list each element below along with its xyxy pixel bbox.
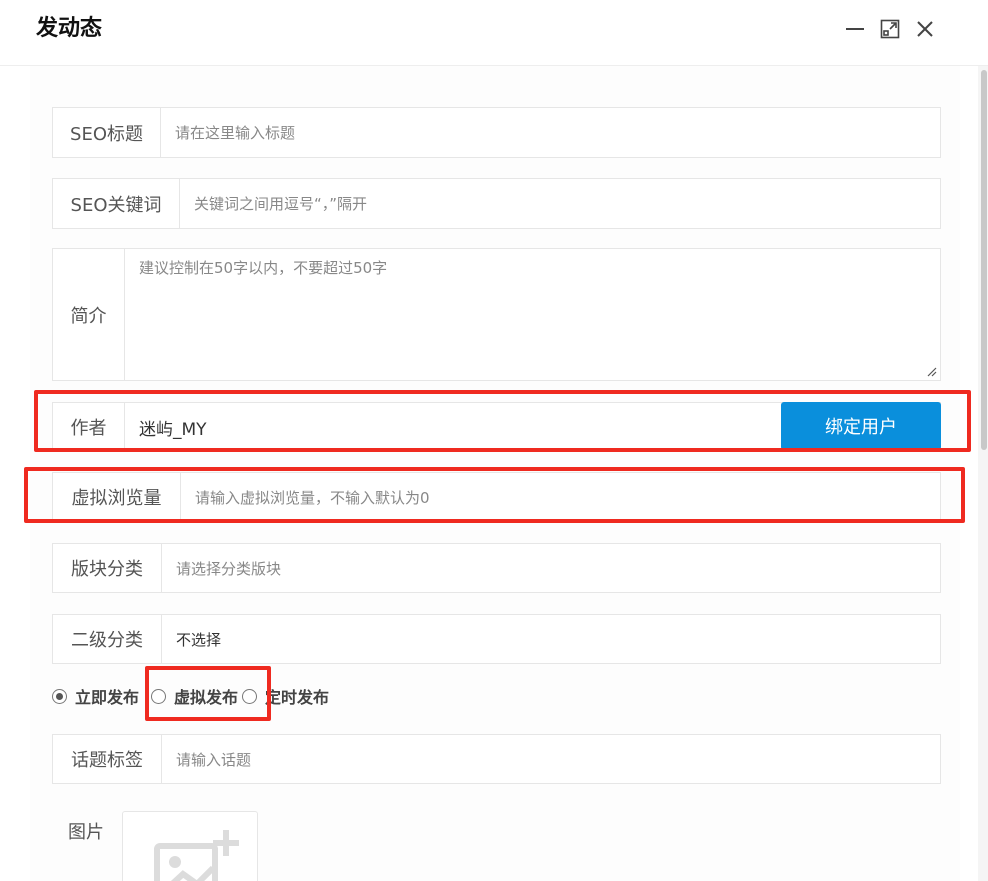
sub-category-label: 二级分类 (53, 615, 162, 663)
radio-unchecked-icon (151, 688, 167, 704)
virtual-views-row: 虚拟浏览量 请输入虚拟浏览量，不输入默认为0 (52, 472, 941, 522)
image-upload-button[interactable] (122, 811, 258, 881)
minimize-icon[interactable] (842, 16, 868, 42)
block-category-row: 版块分类 请选择分类版块 (52, 543, 941, 593)
radio-unchecked-icon (242, 688, 258, 704)
publish-virtual-label: 虚拟发布 (174, 688, 239, 707)
bind-user-button[interactable]: 绑定用户 (781, 402, 941, 450)
seo-keywords-label: SEO关键词 (53, 179, 180, 228)
seo-title-input[interactable]: 请在这里输入标题 (161, 108, 940, 157)
publish-virtual-radio[interactable]: 虚拟发布 (151, 684, 238, 708)
dialog-title: 发动态 (36, 16, 103, 41)
images-label: 图片 (68, 822, 104, 843)
radio-checked-icon (52, 688, 67, 704)
publish-now-label: 立即发布 (75, 688, 140, 707)
seo-keywords-input[interactable]: 关键词之间用逗号“，”隔开 (180, 179, 940, 228)
publish-scheduled-label: 定时发布 (265, 688, 330, 707)
summary-label: 简介 (53, 249, 125, 380)
close-icon[interactable] (912, 16, 938, 42)
block-category-label: 版块分类 (53, 544, 162, 592)
scrollbar-thumb[interactable] (981, 70, 987, 450)
author-label: 作者 (53, 403, 125, 451)
maximize-icon[interactable] (877, 16, 903, 42)
sub-category-row: 二级分类 不选择 (52, 614, 941, 664)
seo-keywords-row: SEO关键词 关键词之间用逗号“，”隔开 (52, 178, 941, 229)
block-category-select[interactable]: 请选择分类版块 (162, 544, 940, 592)
summary-textarea[interactable]: 建议控制在50字以内，不要超过50字 (125, 249, 940, 380)
publish-now-radio[interactable]: 立即发布 (52, 684, 139, 708)
virtual-views-input[interactable]: 请输入虚拟浏览量，不输入默认为0 (181, 473, 940, 521)
dialog-header: 发动态 (0, 0, 988, 66)
sub-category-select[interactable]: 不选择 (162, 615, 940, 663)
virtual-views-label: 虚拟浏览量 (53, 473, 181, 521)
topic-tags-row: 话题标签 请输入话题 (52, 734, 941, 784)
seo-title-row: SEO标题 请在这里输入标题 (52, 107, 941, 158)
topic-tags-input[interactable]: 请输入话题 (162, 735, 940, 783)
publish-scheduled-radio[interactable]: 定时发布 (242, 684, 329, 708)
resize-grip-icon[interactable] (925, 365, 937, 377)
seo-title-label: SEO标题 (53, 108, 161, 157)
summary-placeholder: 建议控制在50字以内，不要超过50字 (139, 259, 388, 277)
publish-mode-group: 立即发布 虚拟发布 定时发布 (52, 684, 329, 708)
summary-row: 简介 建议控制在50字以内，不要超过50字 (52, 248, 941, 381)
topic-tags-label: 话题标签 (53, 735, 162, 783)
add-image-icon (154, 830, 239, 881)
